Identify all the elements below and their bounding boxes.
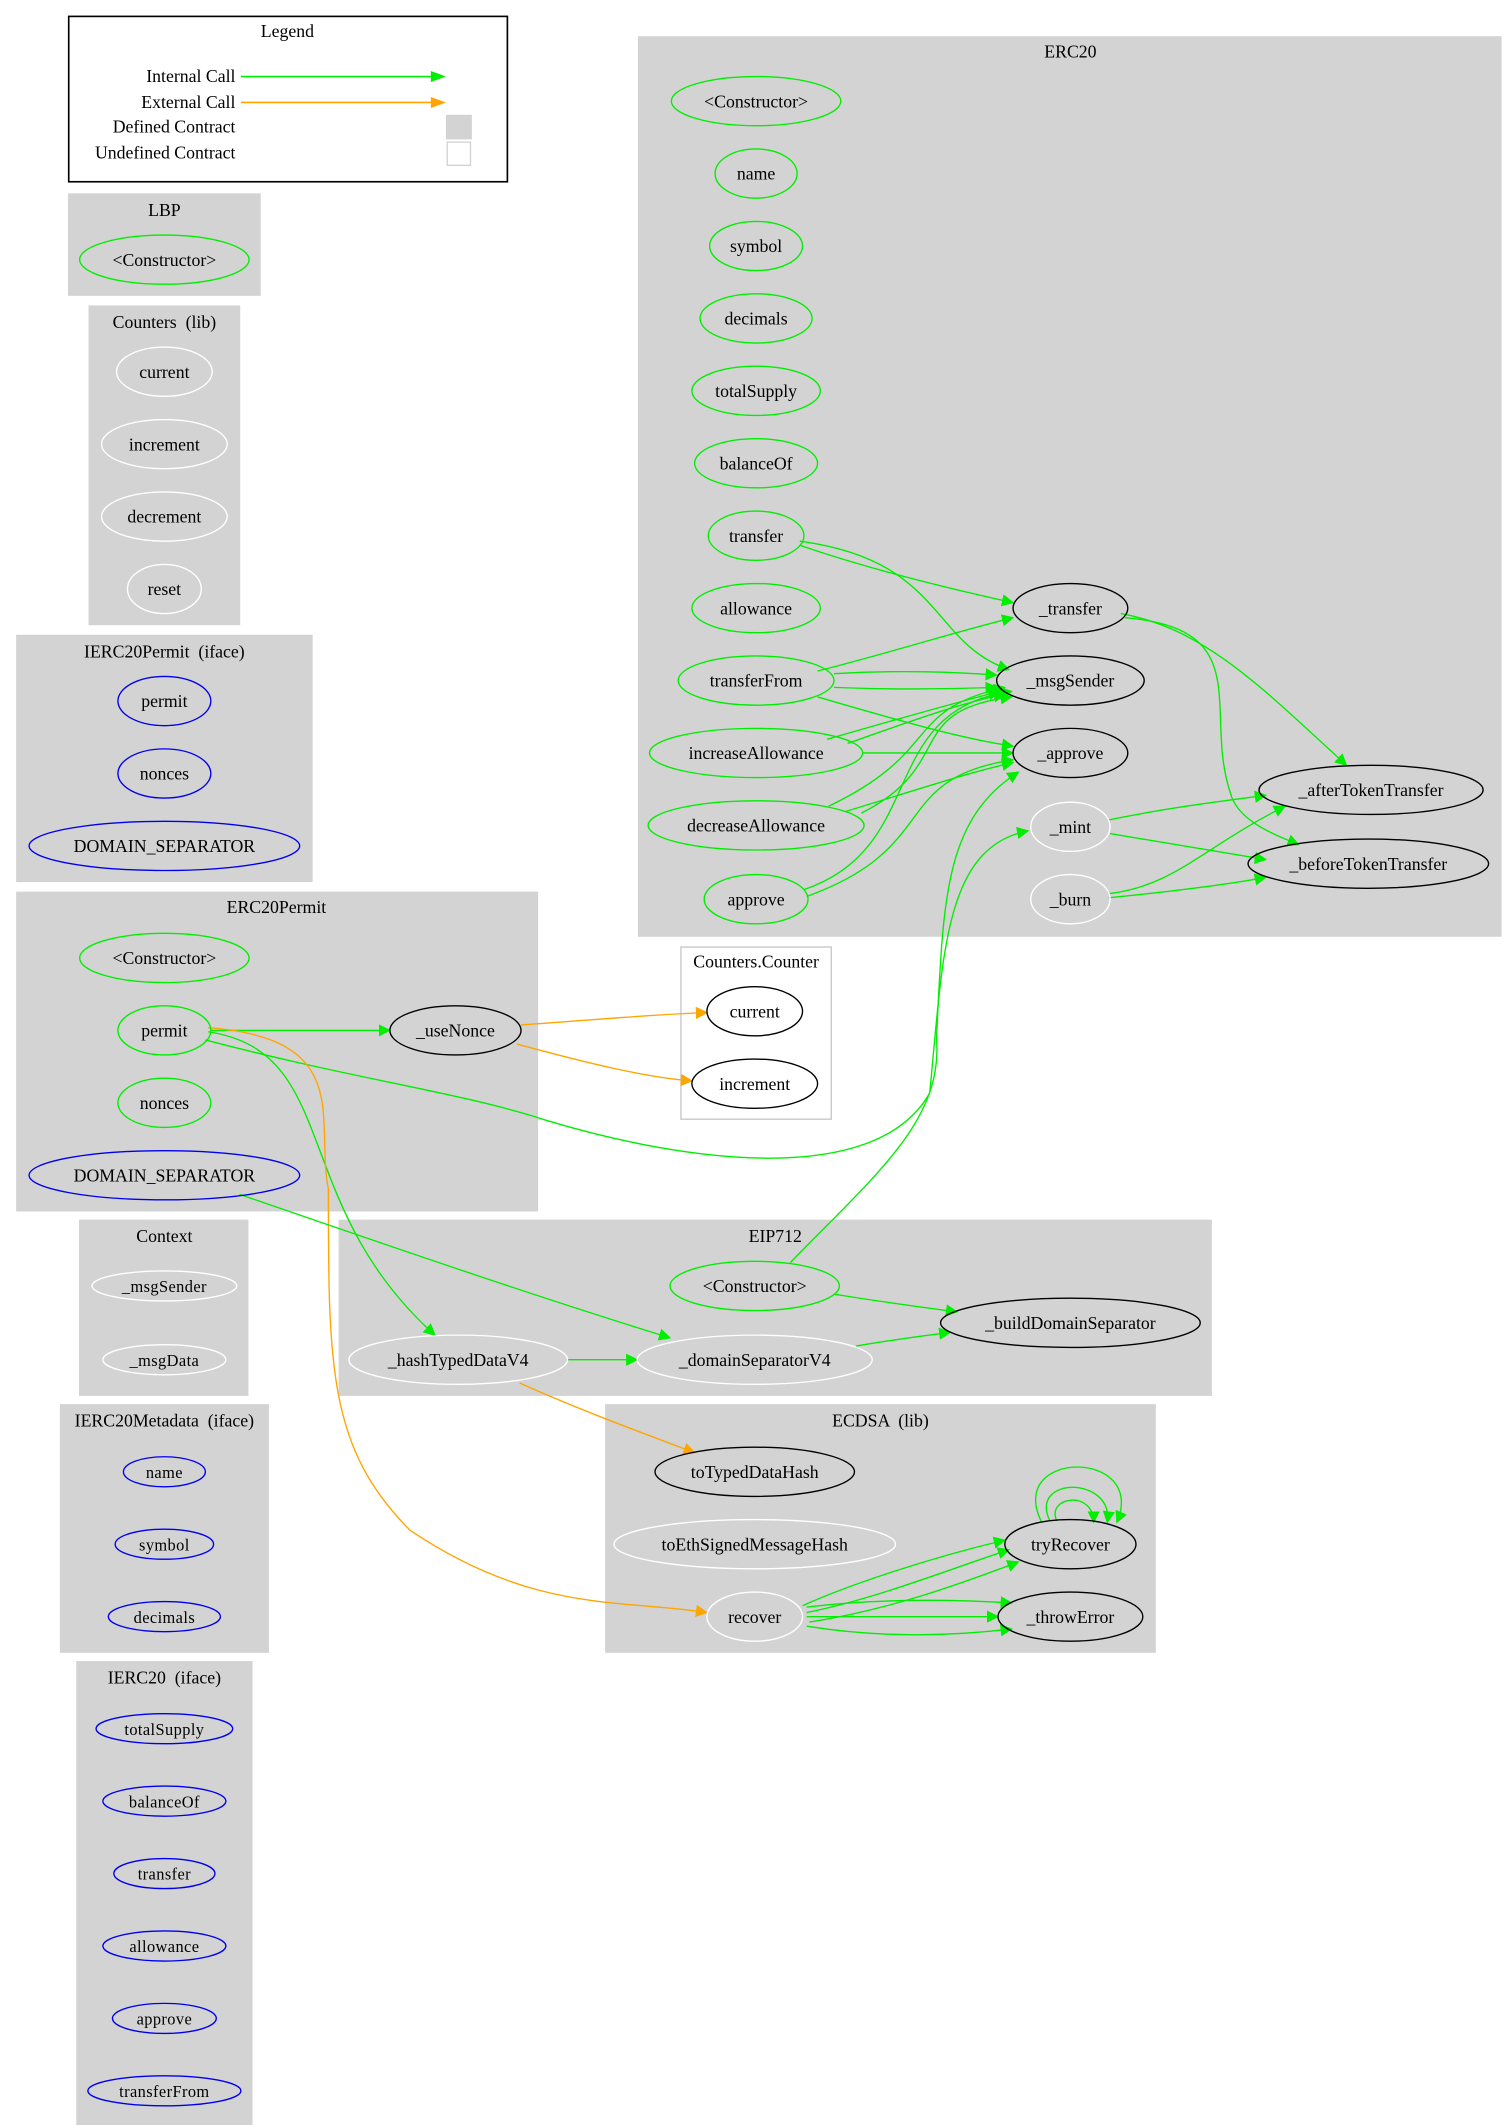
cluster-title: Context (136, 1226, 192, 1246)
node-label: permit (141, 1021, 187, 1041)
node-label: increaseAllowance (689, 743, 824, 763)
node-label: decrement (127, 507, 201, 527)
cluster-title: Counters.Counter (693, 952, 819, 972)
node-label: _afterTokenTransfer (1298, 780, 1444, 800)
node-label: _useNonce (415, 1021, 495, 1041)
node-label: current (730, 1001, 780, 1021)
node-label: current (139, 362, 189, 382)
node-label: _buildDomainSeparator (984, 1313, 1156, 1333)
node-label: approve (728, 889, 785, 909)
cluster-erc20permit: ERC20Permit (16, 891, 539, 1212)
node-label: increment (719, 1074, 790, 1094)
legend-label-external-call: External Call (141, 92, 235, 112)
node-label: allowance (720, 598, 792, 618)
node-label: _transfer (1038, 598, 1102, 618)
legend-label-internal-call: Internal Call (146, 66, 235, 86)
cluster-title: IERC20Permit (iface) (84, 641, 245, 661)
legend-title: Legend (261, 21, 314, 41)
node-label: _domainSeparatorV4 (678, 1350, 831, 1370)
node-label: DOMAIN_SEPARATOR (74, 836, 256, 856)
node-label: <Constructor> (703, 1276, 807, 1296)
node-label: _mint (1049, 817, 1091, 837)
node-label: totalSupply (715, 381, 797, 401)
node-label: tryRecover (1031, 1534, 1110, 1554)
node-label: balanceOf (129, 1792, 200, 1811)
node-label: transfer (138, 1865, 191, 1884)
node-label: _beforeTokenTransfer (1288, 854, 1447, 874)
node-label: _msgData (129, 1351, 200, 1370)
cluster-title: ECDSA (lib) (832, 1411, 929, 1431)
node-label: _msgSender (1026, 671, 1115, 691)
node-label: _throwError (1026, 1607, 1115, 1627)
node-label: symbol (730, 236, 782, 256)
node-label: <Constructor> (112, 250, 216, 270)
node-label: approve (137, 2010, 193, 2029)
external-call-edge-erc20permit-usenonce-to-counterscounter-current (521, 1006, 709, 1026)
node-label: _msgSender (121, 1277, 207, 1296)
node-label: decimals (134, 1608, 195, 1627)
node-label: _burn (1049, 889, 1092, 909)
node-label: decreaseAllowance (687, 816, 825, 836)
node-label: permit (141, 691, 187, 711)
node-label: transferFrom (119, 2082, 209, 2101)
cluster-counters-box (88, 305, 241, 626)
node-label: decimals (725, 309, 788, 329)
node-label: <Constructor> (112, 948, 216, 968)
cluster-erc20permit-box (16, 891, 539, 1212)
node-label: nonces (140, 1093, 189, 1113)
legend-label-undefined-contract: Undefined Contract (95, 143, 236, 163)
node-label: name (146, 1463, 183, 1482)
legend: Legend Internal Call External Call Defin… (67, 15, 509, 183)
node-label: allowance (129, 1937, 199, 1956)
legend-label-defined-contract: Defined Contract (113, 117, 236, 137)
cluster-title: Counters (lib) (113, 312, 217, 332)
node-label: symbol (139, 1535, 190, 1554)
cluster-title: LBP (148, 200, 181, 220)
cluster-title: IERC20 (iface) (108, 1668, 221, 1688)
cluster-title: IERC20Metadata (iface) (75, 1411, 254, 1431)
cluster-title: EIP712 (749, 1226, 802, 1246)
node-label: name (737, 164, 776, 184)
node-label: toTypedDataHash (691, 1462, 819, 1482)
node-label: recover (728, 1607, 781, 1627)
cluster-title: ERC20Permit (227, 897, 327, 917)
node-label: totalSupply (124, 1720, 204, 1739)
node-label: DOMAIN_SEPARATOR (74, 1165, 256, 1185)
node-label: increment (129, 434, 200, 454)
node-label: reset (148, 579, 182, 599)
node-label: toEthSignedMessageHash (662, 1534, 848, 1554)
node-label: nonces (140, 764, 189, 784)
node-label: _hashTypedDataV4 (387, 1350, 529, 1370)
node-label: transferFrom (710, 671, 803, 691)
node-label: _approve (1036, 743, 1103, 763)
cluster-title: ERC20 (1044, 41, 1096, 61)
node-label: transfer (729, 526, 783, 546)
cluster-counters: Counters (lib) (88, 305, 241, 626)
call-graph: Legend Internal Call External Call Defin… (16, 15, 1502, 2125)
legend-defined-contract-swatch (445, 114, 472, 140)
node-label: balanceOf (720, 453, 793, 473)
external-call-edge-erc20permit-usenonce-to-counterscounter-increment (516, 1043, 694, 1087)
node-label: <Constructor> (704, 91, 808, 111)
legend-undefined-contract-swatch (446, 141, 472, 167)
